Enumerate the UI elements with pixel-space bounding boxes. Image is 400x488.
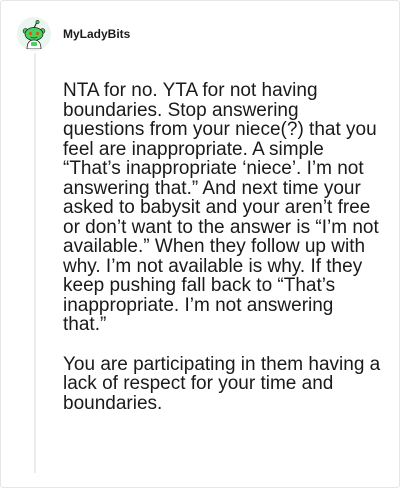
comment-header: MyLadyBits: [17, 17, 130, 51]
username[interactable]: MyLadyBits: [63, 27, 130, 41]
comment-card: MyLadyBits NTA for no. YTA for not havin…: [0, 0, 400, 488]
avatar[interactable]: [17, 17, 51, 51]
comment-paragraph: You are participating in them having a l…: [63, 353, 381, 414]
comment-body: NTA for no. YTA for not having boundarie…: [63, 81, 381, 413]
thread-line[interactable]: [34, 53, 36, 473]
comment-paragraph: NTA for no. YTA for not having boundarie…: [63, 80, 379, 335]
snoo-avatar-icon: [22, 20, 46, 49]
